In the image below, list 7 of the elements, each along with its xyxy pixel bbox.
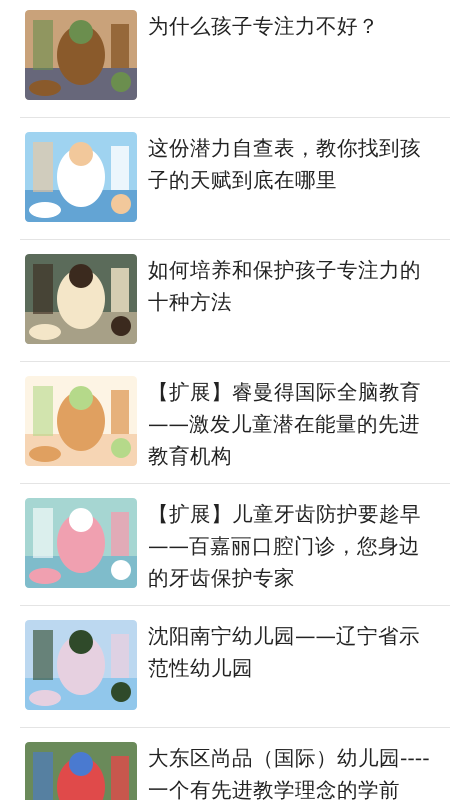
article-title[interactable]: 【扩展】儿童牙齿防护要趁早——百嘉丽口腔门诊，您身边的牙齿保护专家	[148, 498, 438, 594]
article-title[interactable]: 这份潜力自查表，教你找到孩子的天赋到底在哪里	[148, 132, 438, 196]
article-title[interactable]: 沈阳南宁幼儿园——辽宁省示范性幼儿园	[148, 620, 438, 684]
article-title[interactable]: 如何培养和保护孩子专注力的十种方法	[148, 254, 438, 318]
article-title[interactable]: 【扩展】睿曼得国际全脑教育——激发儿童潜在能量的先进教育机构	[148, 376, 438, 472]
article-title[interactable]: 大东区尚品（国际）幼儿园----一个有先进教学理念的学前	[148, 742, 438, 800]
article-title[interactable]: 为什么孩子专注力不好？	[148, 10, 438, 42]
